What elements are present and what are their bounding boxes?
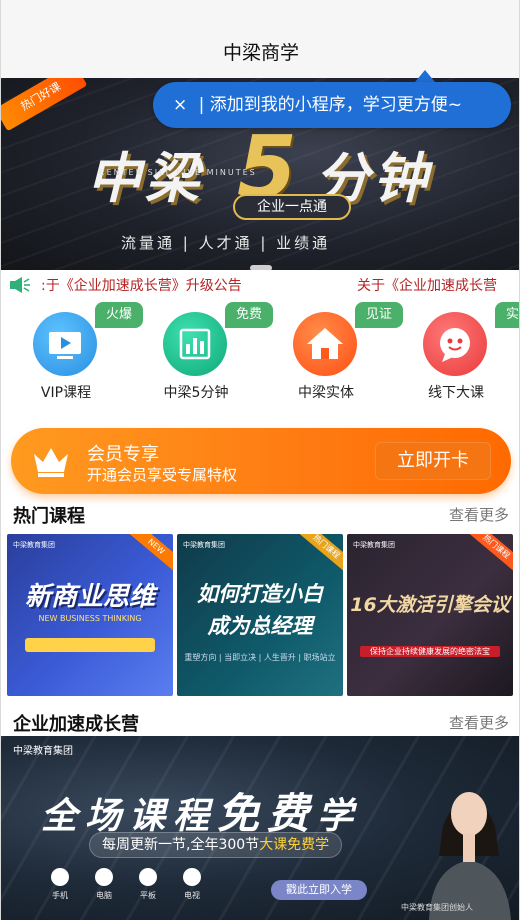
- course-logo: 中梁教育集团: [183, 541, 225, 549]
- membership-banner[interactable]: 会员专享 开通会员享受专属特权 立即开卡: [11, 428, 511, 494]
- banner-tagline: 流量通 | 人才通 | 业绩通: [121, 234, 331, 252]
- hot-courses-header: 热门课程 查看更多: [1, 502, 519, 528]
- page-title: 中梁商学: [222, 42, 299, 64]
- category-vip-course[interactable]: 火爆 VIP课程: [1, 300, 143, 418]
- announcement-item[interactable]: 关于《企业加速成长营: [357, 275, 497, 295]
- course-highlight-strip: [25, 638, 155, 652]
- course-subtitle: NEW BUSINESS THINKING: [38, 614, 142, 623]
- add-miniprogram-tooltip[interactable]: × | 添加到我的小程序，学习更方便~: [153, 82, 511, 128]
- video-icon: [33, 312, 97, 376]
- course-title: 如何打造小白 成为总经理: [197, 582, 323, 638]
- speaker-icon: [10, 277, 30, 293]
- category-grid: 火爆 VIP课程 免费 中梁5分钟 见证 中梁实体 实战 线下大课: [1, 300, 519, 418]
- app-page: 中梁商学 热门好课 中梁 5 分钟 CENTER SILL FIVE MINUT…: [0, 0, 520, 920]
- tooltip-arrow: [415, 70, 435, 82]
- tablet-icon: 平板: [133, 868, 163, 901]
- course-corner-tag: NEW: [124, 534, 173, 575]
- presenter-portrait: [429, 792, 511, 920]
- announcement-bar[interactable]: :于《企业加速成长营》升级公告 关于《企业加速成长营: [1, 270, 519, 300]
- tv-icon: 电视: [177, 868, 207, 901]
- category-entity[interactable]: 见证 中梁实体: [261, 300, 403, 418]
- category-offline-class[interactable]: 实战 线下大课: [391, 300, 519, 418]
- bar-chart-icon: [163, 312, 227, 376]
- announcement-item[interactable]: :于《企业加速成长营》升级公告: [41, 275, 242, 295]
- promo-headline-a: 全场课程: [41, 796, 218, 837]
- join-now-button[interactable]: 戳此立即入学: [271, 880, 367, 900]
- promo-weekly-b: 300节: [218, 837, 260, 853]
- course-card[interactable]: 中梁教育集团 热门课程 16大激活引擎会议 保持企业持续健康发展的绝密法宝: [347, 534, 513, 696]
- course-corner-tag: 热门课程: [294, 534, 343, 575]
- course-title: 16大激活引擎会议: [350, 594, 510, 616]
- promo-weekly-a: 每周更新一节,全年: [102, 837, 219, 853]
- promo-headline-free: 免费: [217, 789, 318, 838]
- chat-icon: [423, 312, 487, 376]
- crown-icon: [34, 448, 68, 477]
- section-title: 热门课程: [13, 506, 85, 527]
- tooltip-separator: |: [198, 95, 205, 115]
- presenter-caption: 中梁教育集团创始人: [401, 903, 473, 912]
- section-title: 企业加速成长营: [13, 714, 139, 735]
- course-logo: 中梁教育集团: [13, 541, 55, 549]
- category-label: VIP课程: [40, 385, 92, 401]
- course-card[interactable]: 中梁教育集团 热门课程 如何打造小白 成为总经理 重塑方向 | 当即立决 | 人…: [177, 534, 343, 696]
- tooltip-text: 添加到我的小程序，学习更方便~: [209, 95, 463, 115]
- house-icon: [293, 312, 357, 376]
- hot-course-list: 中梁教育集团 NEW 新商业思维 NEW BUSINESS THINKING 中…: [1, 534, 519, 698]
- membership-title: 会员专享: [87, 444, 159, 465]
- course-card[interactable]: 中梁教育集团 NEW 新商业思维 NEW BUSINESS THINKING: [7, 534, 173, 696]
- course-subtitle: 重塑方向 | 当即立决 | 人生晋升 | 职场站立: [184, 653, 336, 662]
- course-logo: 中梁教育集团: [353, 541, 395, 549]
- banner-pill: 企业一点通: [233, 194, 351, 220]
- promo-weekly-pill: 每周更新一节,全年300节大课免费学: [89, 832, 343, 858]
- growth-camp-header: 企业加速成长营 查看更多: [1, 710, 519, 736]
- category-five-minutes[interactable]: 免费 中梁5分钟: [131, 300, 273, 418]
- view-more-link[interactable]: 查看更多: [449, 712, 509, 733]
- growth-camp-banner[interactable]: 中梁教育集团 全场课程免费学 每周更新一节,全年300节大课免费学 手机 电脑 …: [1, 736, 519, 920]
- close-icon[interactable]: ×: [173, 95, 187, 115]
- computer-icon: 电脑: [89, 868, 119, 901]
- device-list: 手机 电脑 平板 电视: [45, 868, 225, 912]
- title-bar: 中梁商学: [1, 0, 519, 78]
- category-label: 线下大课: [428, 385, 484, 401]
- category-label: 中梁5分钟: [163, 385, 229, 401]
- membership-subtitle: 开通会员享受专属特权: [87, 466, 238, 484]
- phone-icon: 手机: [45, 868, 75, 901]
- category-badge: 实战: [495, 302, 519, 328]
- banner-subtitle-en: CENTER SILL FIVE MINUTES: [99, 168, 257, 177]
- course-title: 新商业思维: [24, 582, 155, 612]
- view-more-link[interactable]: 查看更多: [449, 504, 509, 525]
- promo-weekly-c: 大课免费学: [259, 837, 330, 853]
- course-corner-tag: 热门课程: [464, 534, 513, 575]
- carousel-indicator[interactable]: [1, 256, 519, 270]
- category-label: 中梁实体: [298, 385, 354, 401]
- promo-logo: 中梁教育集团: [13, 746, 73, 757]
- promo-headline-c: 学: [317, 796, 362, 837]
- open-card-button[interactable]: 立即开卡: [375, 442, 491, 480]
- course-subtitle: 保持企业持续健康发展的绝密法宝: [360, 646, 500, 657]
